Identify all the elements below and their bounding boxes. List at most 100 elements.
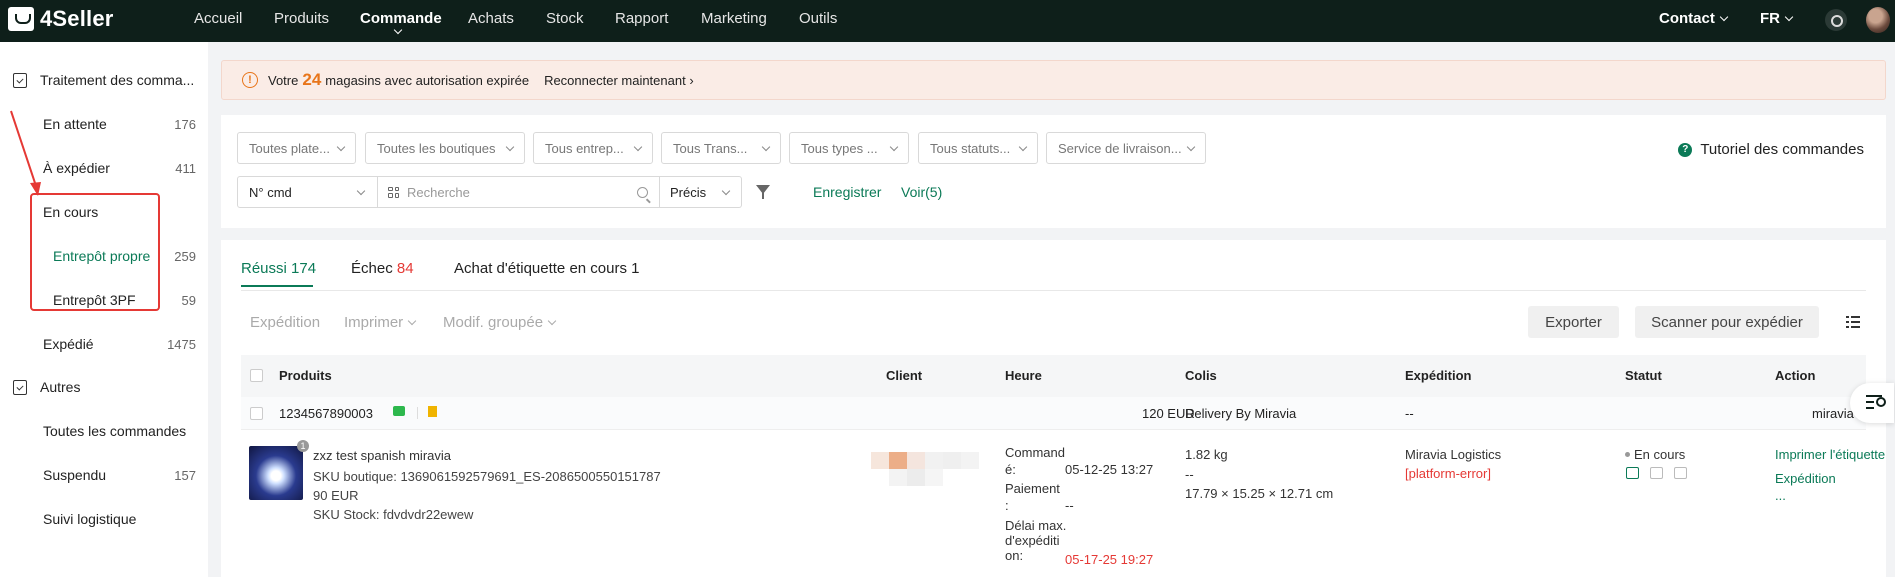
sidebar-item-suspendu[interactable]: Suspendu — [43, 467, 106, 483]
select-all-checkbox[interactable] — [250, 369, 263, 382]
ordered-time: 05-12-25 13:27 — [1065, 462, 1154, 477]
print-label: Imprimer — [344, 314, 404, 331]
reconnect-link[interactable]: Reconnecter maintenant › — [544, 73, 694, 88]
column-settings-icon[interactable] — [1846, 315, 1860, 328]
ordered-label: Command é: — [1005, 444, 1065, 478]
language-label: FR — [1760, 10, 1780, 27]
floating-search-list-button[interactable] — [1850, 383, 1894, 423]
nav-produits[interactable]: Produits — [274, 10, 329, 27]
bulk-edit-menu[interactable]: Modif. groupée — [443, 314, 557, 331]
sidebar-item-suivi-logistique[interactable]: Suivi logistique — [43, 511, 136, 527]
view-saved-link[interactable]: Voir(5) — [901, 184, 942, 200]
sidebar-item-toutes-commandes[interactable]: Toutes les commandes — [43, 423, 186, 439]
filter-label: Toutes plate... — [249, 140, 330, 156]
filter-panel: Toutes plate... Toutes les boutiques Tou… — [221, 115, 1886, 228]
match-mode-select[interactable]: Précis — [660, 176, 742, 208]
filter-label: Toutes les boutiques — [377, 140, 496, 156]
contact-menu[interactable]: Contact — [1659, 10, 1729, 27]
search-icon — [1876, 397, 1886, 407]
chevron-down-icon — [407, 316, 417, 326]
tab-failed-label: Échec — [351, 260, 393, 277]
chevron-down-icon — [761, 142, 771, 152]
warehouse-filter[interactable]: Tous entrep... — [533, 132, 653, 164]
filter-label: Tous types ... — [801, 140, 878, 156]
nav-outils[interactable]: Outils — [799, 10, 837, 27]
bookmark-flag-icon[interactable] — [428, 406, 437, 417]
tab-success[interactable]: Réussi 174 — [241, 260, 316, 277]
sidebar-group-autres[interactable]: Autres — [13, 379, 80, 395]
match-mode-label: Précis — [670, 184, 707, 200]
delivery-service-filter[interactable]: Service de livraison... — [1046, 132, 1206, 164]
status-filter[interactable]: Tous statuts... — [918, 132, 1038, 164]
order-checkbox[interactable] — [250, 407, 263, 420]
carrier-filter[interactable]: Tous Trans... — [661, 132, 781, 164]
print-label-icon[interactable] — [1626, 467, 1639, 479]
print-menu[interactable]: Imprimer — [344, 314, 417, 331]
print-packing-icon[interactable] — [1674, 467, 1687, 479]
orders-panel: Réussi 174 Échec 84 Achat d'étiquette en… — [221, 240, 1886, 577]
delivery-method: Delivery By Miravia — [1185, 406, 1297, 421]
sidebar-group-label: Autres — [40, 379, 81, 395]
language-menu[interactable]: FR — [1760, 10, 1794, 27]
platform-filter[interactable]: Toutes plate... — [237, 132, 356, 164]
help-icon: ? — [1678, 142, 1693, 157]
divider — [417, 407, 418, 419]
type-filter[interactable]: Tous types ... — [789, 132, 909, 164]
nav-stock[interactable]: Stock — [546, 10, 584, 27]
bulk-ship-button[interactable]: Expédition — [250, 314, 320, 331]
print-label-action[interactable]: Imprimer l'étiquette — [1775, 447, 1885, 462]
sidebar-group-label: Traitement des comma... — [40, 72, 195, 88]
package-dimensions: 17.79 × 15.25 × 12.71 cm — [1185, 486, 1334, 501]
product-image[interactable] — [249, 446, 303, 500]
user-avatar[interactable] — [1866, 7, 1890, 33]
annotation-arrow-icon — [10, 110, 41, 196]
col-status: Statut — [1625, 368, 1662, 383]
ship-deadline-time: 05-17-25 19:27 — [1065, 552, 1154, 567]
clipboard-check-icon — [13, 379, 27, 395]
message-icon[interactable] — [393, 406, 405, 416]
sidebar-item-expedie[interactable]: Expédié — [43, 336, 94, 352]
sidebar-count-a-expedier: 411 — [175, 161, 196, 176]
product-shop-sku: SKU boutique: 1369061592579691_ES-208650… — [313, 469, 661, 484]
order-status-label: En cours — [1634, 447, 1686, 462]
nav-achats[interactable]: Achats — [468, 10, 514, 27]
search-icon[interactable] — [637, 187, 648, 198]
orders-tutorial-link[interactable]: ? Tutoriel des commandes — [1678, 141, 1864, 158]
nav-rapport[interactable]: Rapport — [615, 10, 668, 27]
product-price: 90 EUR — [313, 488, 359, 503]
bulk-edit-label: Modif. groupée — [443, 314, 544, 331]
filter-funnel-icon[interactable] — [756, 185, 770, 199]
save-search-link[interactable]: Enregistrer — [813, 184, 881, 200]
reconnect-label: Reconnecter maintenant — [544, 72, 686, 88]
ship-action[interactable]: Expédition — [1775, 471, 1836, 486]
tab-failed[interactable]: Échec 84 — [351, 260, 414, 277]
nav-commande[interactable]: Commande — [360, 10, 442, 27]
settings-gear-icon[interactable] — [1825, 9, 1847, 31]
col-package: Colis — [1185, 368, 1217, 383]
chevron-down-icon — [356, 186, 366, 196]
print-invoice-icon[interactable] — [1650, 467, 1663, 479]
search-input[interactable] — [407, 184, 607, 200]
filter-label: Tous Trans... — [673, 140, 748, 156]
scan-to-ship-button[interactable]: Scanner pour expédier — [1635, 306, 1819, 338]
ordered-label-line1: Command — [1005, 445, 1065, 460]
more-actions[interactable]: ... — [1775, 488, 1786, 503]
product-name[interactable]: zxz test spanish miravia — [313, 448, 451, 463]
store-filter[interactable]: Toutes les boutiques — [365, 132, 525, 164]
nav-marketing[interactable]: Marketing — [701, 10, 767, 27]
col-products: Produits — [279, 368, 332, 383]
export-button[interactable]: Exporter — [1528, 306, 1619, 338]
search-type-label: N° cmd — [249, 184, 292, 200]
alert-text: magasins avec autorisation expirée — [325, 72, 530, 88]
nav-accueil[interactable]: Accueil — [194, 10, 242, 27]
tab-label-purchase[interactable]: Achat d'étiquette en cours 1 — [454, 260, 640, 277]
deadline-label-line2: d'expéditi — [1005, 533, 1060, 548]
order-number[interactable]: 1234567890003 — [279, 406, 373, 421]
filter-label: Tous entrep... — [545, 140, 624, 156]
chevron-down-icon — [633, 142, 643, 152]
package-weight: 1.82 kg — [1185, 447, 1228, 462]
col-shipping: Expédition — [1405, 368, 1472, 383]
product-stock-sku: SKU Stock: fdvdvdr22ewew — [313, 507, 474, 522]
tab-success-count: 174 — [291, 260, 317, 277]
search-type-select[interactable]: N° cmd — [237, 176, 378, 208]
